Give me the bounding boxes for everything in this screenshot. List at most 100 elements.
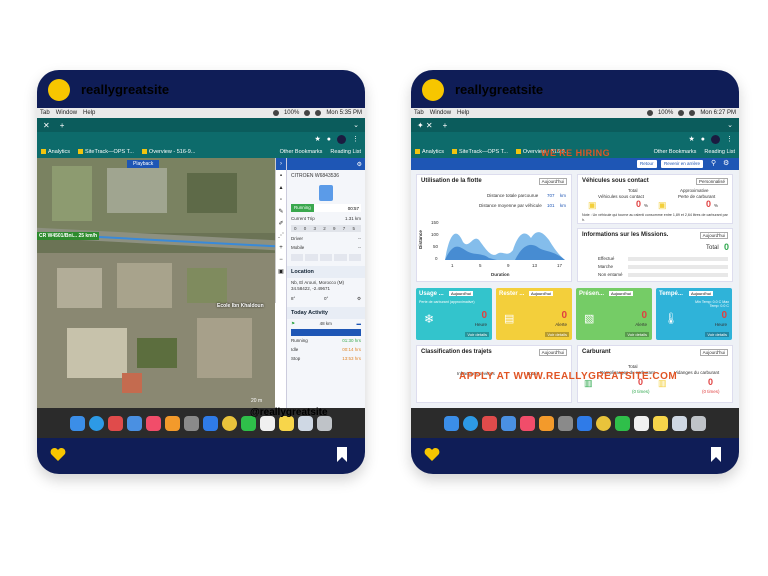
bookmark-other[interactable]: Other Bookmarks (280, 149, 323, 155)
details-button[interactable]: Voir details (465, 332, 489, 337)
details-button[interactable]: Voir details (625, 332, 649, 337)
period-select[interactable]: Aujourd'hui (699, 232, 728, 239)
period-select[interactable]: Aujourd'hui (538, 349, 567, 356)
menu-tab[interactable]: Tab (40, 110, 50, 116)
bookmark-analytics[interactable]: Analytics (415, 149, 444, 155)
details-button[interactable]: Voir details (545, 332, 569, 337)
tilt-button[interactable]: 0° (324, 296, 328, 302)
safari-icon[interactable] (89, 415, 104, 431)
photos-icon[interactable] (108, 415, 123, 431)
bookmark-reading-list[interactable]: Reading List (330, 149, 361, 155)
period-select[interactable]: Aujourd'hui (449, 291, 473, 296)
filter-icon[interactable]: ⚲ (711, 159, 716, 167)
tile-temperature[interactable]: Tempé... Aujourd'hui Min Temp: 0.0 C Max… (656, 288, 732, 340)
chrome-icon[interactable] (222, 415, 237, 431)
tile-presence[interactable]: Présen... Aujourd'hui ▧ 0 Alerte Voir de… (576, 288, 652, 340)
layers-icon[interactable]: ▣ (276, 266, 286, 278)
profile-avatar[interactable] (337, 134, 346, 144)
profile-avatar[interactable] (711, 134, 720, 144)
tile-usage[interactable]: Usage ... Aujourd'hui Perte de carburant… (416, 288, 492, 340)
user-button[interactable] (334, 254, 347, 261)
menu-help[interactable]: Help (83, 110, 95, 116)
bookmark-icon[interactable] (337, 447, 347, 462)
share-icon[interactable]: ⋰ (276, 230, 286, 242)
settings-small-icon[interactable]: ⚙ (357, 296, 361, 302)
photos-icon[interactable] (482, 415, 497, 431)
mail-icon[interactable] (127, 415, 142, 431)
settings-icon[interactable]: ⚙ (357, 161, 362, 168)
period-select[interactable]: Aujourd'hui (609, 291, 633, 296)
playback-button[interactable]: Playback (127, 160, 160, 168)
chevron-down-icon[interactable]: ⌄ (727, 121, 733, 129)
zoom-in-icon[interactable]: + (276, 242, 286, 254)
finder-icon[interactable] (70, 415, 85, 431)
satellite-map[interactable]: CR W4501/Bni... 25 km/h Playback Ecole I… (37, 158, 275, 408)
star-icon[interactable]: ★ (314, 135, 320, 143)
trash-icon[interactable]: ▫ (276, 194, 286, 206)
settings-app-icon[interactable] (558, 415, 573, 431)
undo-button[interactable]: Revenir en arrière (661, 160, 704, 168)
heading-button[interactable]: 8° (291, 296, 295, 302)
menu-window[interactable]: Window (56, 110, 77, 116)
zoom-out-icon[interactable]: − (276, 254, 286, 266)
bookmark-sitetrack[interactable]: SiteTrack—OPS T... (452, 149, 508, 155)
back-button[interactable]: Retour (637, 160, 657, 168)
music-icon[interactable] (146, 415, 161, 431)
calendar-icon[interactable] (634, 415, 649, 431)
new-tab-icon[interactable]: + (443, 121, 448, 130)
settings-app-icon[interactable] (184, 415, 199, 431)
bookmark-sitetrack[interactable]: SiteTrack—OPS T... (78, 149, 134, 155)
more-icon[interactable]: ⋮ (352, 135, 359, 143)
chevron-down-icon[interactable]: ⌄ (353, 121, 359, 129)
navigate-button[interactable] (319, 254, 333, 261)
safari-icon[interactable] (463, 415, 478, 431)
details-button[interactable]: Voir details (705, 332, 729, 337)
period-select[interactable]: Aujourd'hui (699, 349, 728, 356)
period-select[interactable]: Aujourd'hui (529, 291, 553, 296)
bookmark-reading-list[interactable]: Reading List (704, 149, 735, 155)
heart-icon[interactable] (424, 447, 440, 462)
new-tab-icon[interactable]: + (60, 121, 65, 130)
chrome-icon[interactable] (596, 415, 611, 431)
bookmark-other[interactable]: Other Bookmarks (654, 149, 697, 155)
share-button[interactable] (305, 254, 318, 261)
pencil-icon[interactable]: ✐ (276, 218, 286, 230)
close-tab-icon[interactable]: ✕ (43, 121, 50, 130)
hiring-overlay-text: WE'RE HIRING (541, 148, 611, 158)
finder-icon[interactable] (444, 415, 459, 431)
eye-button[interactable] (291, 254, 304, 261)
books-icon[interactable] (165, 415, 180, 431)
bookmark-icon[interactable] (711, 447, 721, 462)
notes-icon[interactable] (653, 415, 668, 431)
person-icon[interactable]: ▴ (276, 182, 286, 194)
music-icon[interactable] (520, 415, 535, 431)
camera-icon[interactable]: ▪ (276, 170, 286, 182)
star-icon[interactable]: ★ (688, 135, 694, 143)
thermometer-icon: 🌡 (664, 313, 678, 325)
period-select[interactable]: Aujourd'hui (689, 291, 713, 296)
trash-dock-icon[interactable] (691, 415, 706, 431)
mail-icon[interactable] (501, 415, 516, 431)
period-select[interactable]: Personnalisé (695, 178, 728, 185)
active-tab[interactable]: ✦ ✕ (417, 121, 433, 130)
period-select[interactable]: Aujourd'hui (538, 178, 567, 185)
menu-window[interactable]: Window (430, 110, 451, 116)
books-icon[interactable] (539, 415, 554, 431)
more-icon[interactable]: ⋮ (726, 135, 733, 143)
menu-tab[interactable]: Tab (414, 110, 424, 116)
menu-help[interactable]: Help (457, 110, 469, 116)
collapse-icon[interactable]: › (276, 158, 286, 170)
appstore-icon[interactable] (577, 415, 592, 431)
heart-icon[interactable] (50, 447, 66, 462)
edit-icon[interactable]: ✎ (276, 206, 286, 218)
extension-icon[interactable]: ● (327, 136, 331, 143)
settings-icon[interactable]: ⚙ (723, 159, 729, 167)
bookmark-overview[interactable]: Overview - 516-9... (141, 149, 195, 155)
bookmark-analytics[interactable]: Analytics (41, 149, 70, 155)
extension-icon[interactable]: ● (701, 136, 705, 143)
whatsapp-icon[interactable] (615, 415, 630, 431)
tile-stay[interactable]: Rester ... Aujourd'hui ▤ 0 Alerte Voir d… (496, 288, 572, 340)
appstore-icon[interactable] (203, 415, 218, 431)
zoom-button[interactable] (348, 254, 362, 261)
preview-icon[interactable] (672, 415, 687, 431)
